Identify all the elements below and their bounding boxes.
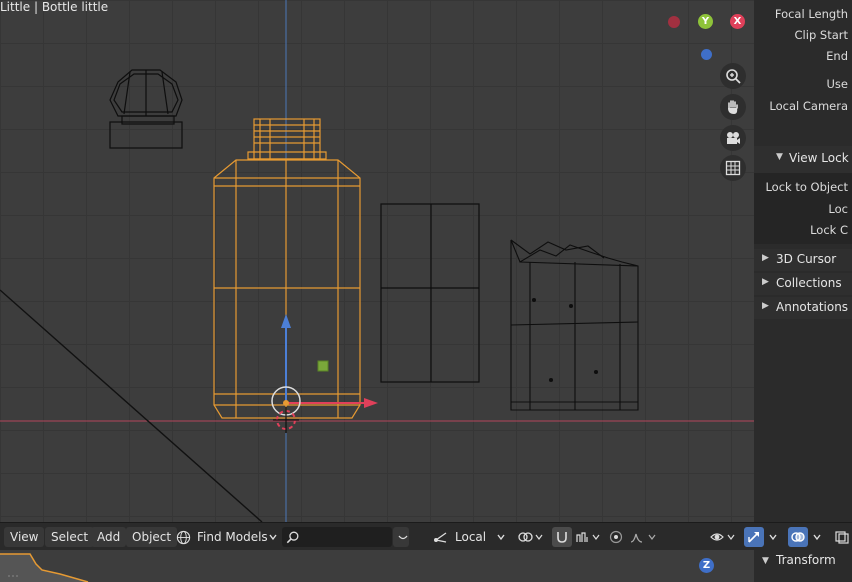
falloff-icon[interactable] [630,527,658,547]
xray-toggle-icon[interactable] [834,527,850,547]
chevron-right-icon: ▶ [762,253,769,263]
use-label: Use [826,77,848,91]
z-axis-gizmo[interactable]: Z [699,558,714,573]
cap-object [109,69,183,149]
camera-icon[interactable] [720,125,746,151]
chevron-down-icon: ▼ [776,152,783,162]
transform-orientation-icon [432,527,448,547]
find-models-dropdown[interactable]: Find Models [197,527,268,547]
search-options-button[interactable] [393,527,409,547]
box-object [380,203,480,383]
viewport-title: Little | Bottle little [0,0,109,14]
section-label: 3D Cursor [776,252,837,266]
bottom-area: Z [0,550,852,582]
section-annotations[interactable]: ▶ Annotations [754,297,852,319]
lock-to-object-label: Lock to Object [765,180,848,194]
transform-label: Transform [776,553,836,567]
section-collections[interactable]: ▶ Collections [754,273,852,295]
globe-icon [176,527,191,547]
sidebar-panel: Focal Length Clip Start End Use Local Ca… [754,0,852,522]
clip-start-label: Clip Start [794,28,848,42]
lock-camera-label: Lock C [810,223,848,237]
focal-length-label: Focal Length [774,7,848,21]
snap-toggle-icon[interactable] [552,527,572,547]
orientation-dropdown[interactable]: Local [455,527,486,547]
transform-gizmo [271,314,378,416]
search-input[interactable] [282,527,392,547]
camera-edge-line [0,289,263,522]
crumpled-object [510,239,639,411]
x-axis-gizmo[interactable]: X [730,14,745,29]
proportional-editing-icon[interactable] [608,527,624,547]
chevron-down-icon[interactable] [812,527,822,547]
partial-mesh-preview [0,553,89,582]
view-lock-label: View Lock [789,151,849,165]
section-3d-cursor[interactable]: ▶ 3D Cursor [754,249,852,271]
chevron-down-icon[interactable] [768,527,778,547]
chevron-right-icon: ▶ [762,277,769,287]
chevron-right-icon: ▶ [762,301,769,311]
transform-panel-header[interactable]: ▼ Transform [754,550,852,582]
hand-pan-icon[interactable] [720,94,746,120]
overlays-toggle-icon[interactable] [788,527,808,547]
menu-view[interactable]: View [4,527,45,547]
y-axis-gizmo[interactable]: Y [698,14,713,29]
pivot-point-icon[interactable] [518,527,544,547]
view-lock-header[interactable]: ▼ View Lock [754,146,852,173]
grid-icon[interactable] [720,155,746,181]
neg-z-axis-dot[interactable] [701,49,712,60]
search-icon [286,531,299,544]
view-lock-body: Lock to Object Loc Lock C [754,173,852,244]
menu-object[interactable]: Object [126,527,178,547]
lock-location-label: Loc [828,202,848,216]
gizmo-toggle-icon[interactable] [744,527,764,547]
visibility-icon[interactable] [710,527,738,547]
clip-end-label: End [826,49,848,63]
3d-viewport[interactable]: Little | Bottle little Y X Focal Length … [0,0,852,522]
neg-x-axis-dot[interactable] [668,16,680,28]
section-label: Collections [776,276,842,290]
chevron-down-icon [496,527,506,547]
chevron-down-icon: ▼ [762,556,769,566]
chevron-down-icon [268,527,278,547]
snap-element-icon[interactable] [576,527,602,547]
viewport-header: View Select Add Object Find Models Local [0,522,852,551]
local-camera-label: Local Camera [769,99,848,113]
section-label: Annotations [776,300,849,314]
menu-add[interactable]: Add [91,527,127,547]
zoom-icon[interactable] [720,63,746,89]
menu-select[interactable]: Select [45,527,95,547]
